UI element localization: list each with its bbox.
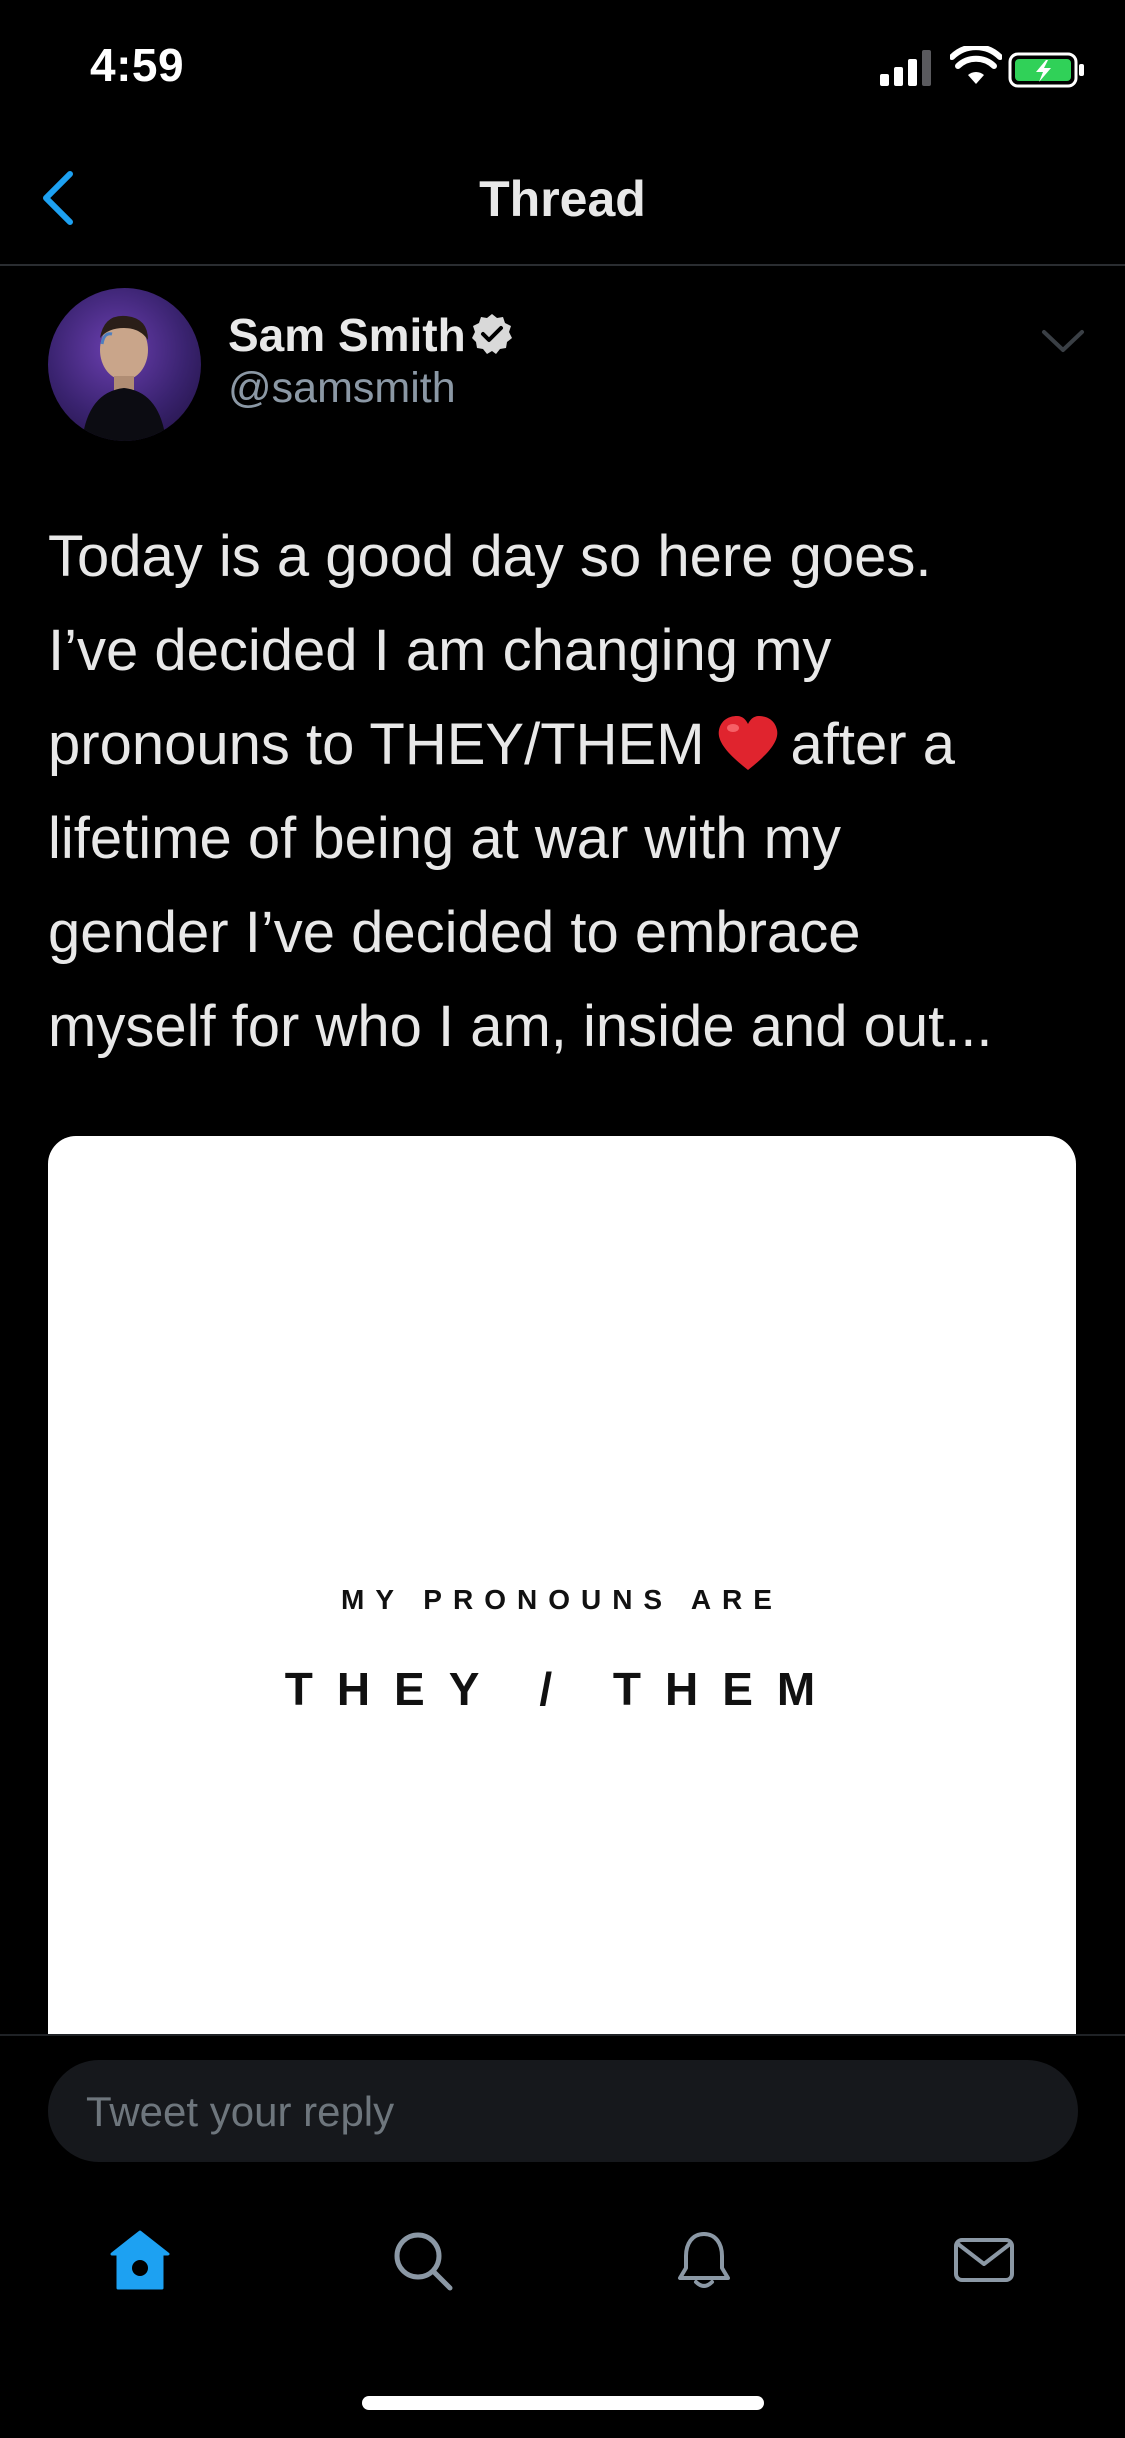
tweet-text-line: Today is a good day so here goes. [48,524,932,589]
status-time: 4:59 [90,39,185,91]
page-title: Thread [479,171,646,227]
home-icon[interactable] [108,2228,172,2292]
search-icon[interactable] [390,2228,454,2292]
reply-input[interactable]: Tweet your reply [48,2060,1078,2162]
cellular-signal-icon [880,50,931,86]
tweet-text-line: gender I’ve decided to embrace [48,900,861,965]
bell-icon[interactable] [672,2228,736,2292]
media-text-line-1: MY PRONOUNS ARE [341,1584,783,1615]
tweet-text-line: lifetime of being at war with my [48,806,841,871]
tweet-media-image[interactable]: MY PRONOUNS ARE THEY / THEM [48,1136,1076,2136]
tweet-text-segment: pronouns to THEY/THEM [48,712,705,777]
mail-icon[interactable] [952,2228,1016,2292]
red-heart-icon [718,716,777,770]
chevron-down-icon[interactable] [1040,326,1086,356]
author-display-name[interactable]: Sam Smith [228,308,466,362]
tweet-text-segment: after a [790,712,955,777]
home-indicator[interactable] [362,2396,764,2410]
reply-placeholder: Tweet your reply [86,2088,395,2135]
nav-divider [0,264,1125,266]
author-handle[interactable]: @samsmith [228,364,456,413]
tweet-text-line: pronouns to THEY/THEM after a [48,698,1088,792]
tweet-text-line: myself for who I am, inside and out... [48,994,993,1059]
battery-charging-icon [1008,52,1084,88]
avatar-portrait [82,315,166,441]
wifi-icon [950,46,1002,84]
verified-badge-icon [472,314,512,354]
tweet-text-line: I’ve decided I am changing my [48,618,832,683]
media-text-line-2: THEY / THEM [284,1663,840,1715]
tweet-text: Today is a good day so here goes. I’ve d… [48,510,1088,1074]
avatar[interactable] [48,288,201,441]
